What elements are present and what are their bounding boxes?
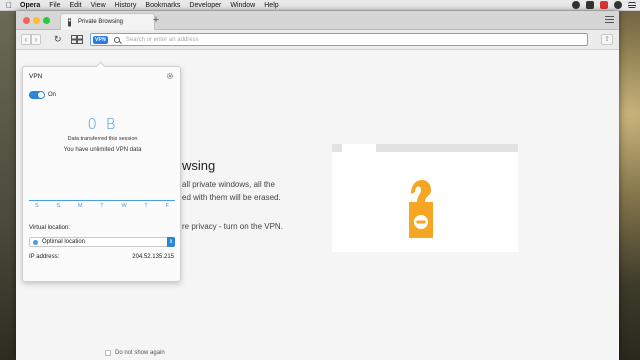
- menu-file[interactable]: File: [49, 2, 60, 9]
- usage-graph-days: S S M T W T F: [29, 203, 175, 209]
- apple-icon[interactable]: : [6, 1, 15, 10]
- minimize-window-button[interactable]: [33, 17, 40, 24]
- menu-help[interactable]: Help: [264, 2, 278, 9]
- dont-show-checkbox[interactable]: [105, 350, 111, 356]
- menu-edit[interactable]: Edit: [70, 2, 82, 9]
- vpn-toggle[interactable]: [29, 91, 45, 99]
- close-window-button[interactable]: [23, 17, 30, 24]
- day-label: S: [56, 203, 61, 209]
- reload-icon[interactable]: ↻: [54, 34, 62, 45]
- gear-icon[interactable]: [166, 72, 174, 80]
- page-heading: wsing: [182, 158, 216, 173]
- menu-developer[interactable]: Developer: [189, 2, 221, 9]
- virtual-location-value: Optimal location: [42, 239, 86, 245]
- dont-show-again[interactable]: Do not show again: [105, 350, 165, 356]
- private-window-illustration: [332, 144, 518, 252]
- desktop-wallpaper-left: [0, 10, 16, 360]
- usage-graph-baseline: [29, 200, 175, 201]
- app-icon[interactable]: [586, 1, 594, 9]
- popover-arrow: [95, 61, 106, 72]
- desktop-wallpaper-right: [619, 10, 640, 360]
- data-transferred-label: Data transferred this session: [67, 136, 138, 142]
- list-icon[interactable]: [628, 2, 636, 8]
- back-button[interactable]: ‹: [21, 34, 31, 45]
- day-label: W: [121, 203, 127, 209]
- day-label: M: [77, 203, 83, 209]
- search-icon: [113, 36, 120, 43]
- forward-button[interactable]: ›: [31, 34, 41, 45]
- virtual-location-select[interactable]: Optimal location ⇕: [29, 237, 175, 247]
- ip-address-label: IP address:: [29, 254, 60, 260]
- new-tab-button[interactable]: +: [150, 14, 162, 26]
- virtual-location-label: Virtual location:: [29, 225, 70, 231]
- zoom-window-button[interactable]: [43, 17, 50, 24]
- extension-icon[interactable]: [614, 1, 622, 9]
- menu-extras: [572, 1, 636, 9]
- description-line-2: ed with them will be erased.: [182, 193, 281, 202]
- vpn-badge[interactable]: VPN: [93, 35, 108, 44]
- chat-icon[interactable]: [572, 1, 580, 9]
- tab-bar: Private Browsing +: [16, 11, 619, 30]
- door-hanger-icon: [409, 179, 433, 238]
- ip-address-value: 204.52.135.215: [132, 254, 174, 260]
- page-description: all private windows, all the ed with the…: [182, 178, 292, 204]
- address-bar[interactable]: VPN Search or enter an address: [90, 33, 588, 46]
- speed-dial-icon[interactable]: [71, 35, 83, 44]
- menu-bar:  Opera File Edit View History Bookmarks…: [0, 0, 640, 11]
- browser-window: Private Browsing + ‹ › ↻ VPN Search or e…: [16, 11, 619, 360]
- tab-title: Private Browsing: [78, 19, 124, 25]
- tab-menu-icon[interactable]: [605, 16, 614, 23]
- vpn-popover: VPN On 0 B Data transferred this session…: [22, 61, 181, 282]
- menu-view[interactable]: View: [91, 2, 106, 9]
- menu-app[interactable]: Opera: [20, 2, 40, 9]
- menu-bookmarks[interactable]: Bookmarks: [145, 2, 180, 9]
- s-app-icon[interactable]: [600, 1, 608, 9]
- private-browsing-page: wsing all private windows, all the ed wi…: [16, 50, 619, 360]
- location-icon: [33, 239, 38, 245]
- dont-show-label: Do not show again: [115, 350, 165, 356]
- address-placeholder: Search or enter an address: [125, 36, 199, 43]
- day-label: S: [35, 203, 39, 209]
- select-arrows-icon[interactable]: ⇕: [167, 237, 175, 247]
- data-transferred-value: 0 B: [87, 115, 118, 133]
- menu-history[interactable]: History: [115, 2, 137, 9]
- vpn-title: VPN: [29, 73, 43, 80]
- toolbar: ‹ › ↻ VPN Search or enter an address ⇧: [16, 30, 619, 50]
- day-label: T: [144, 203, 148, 209]
- vpn-toggle-label: On: [48, 92, 57, 98]
- vpn-hint: re privacy - turn on the VPN.: [182, 222, 283, 231]
- description-line-1: all private windows, all the: [182, 180, 275, 189]
- share-icon[interactable]: ⇧: [601, 34, 613, 45]
- day-label: T: [100, 203, 104, 209]
- unlimited-data-text: You have unlimited VPN data: [63, 147, 142, 153]
- private-tab-icon: [65, 18, 74, 27]
- tab-private-browsing[interactable]: Private Browsing: [60, 13, 155, 30]
- day-label: F: [165, 203, 169, 209]
- menu-window[interactable]: Window: [230, 2, 255, 9]
- illustration-tab: [342, 144, 376, 152]
